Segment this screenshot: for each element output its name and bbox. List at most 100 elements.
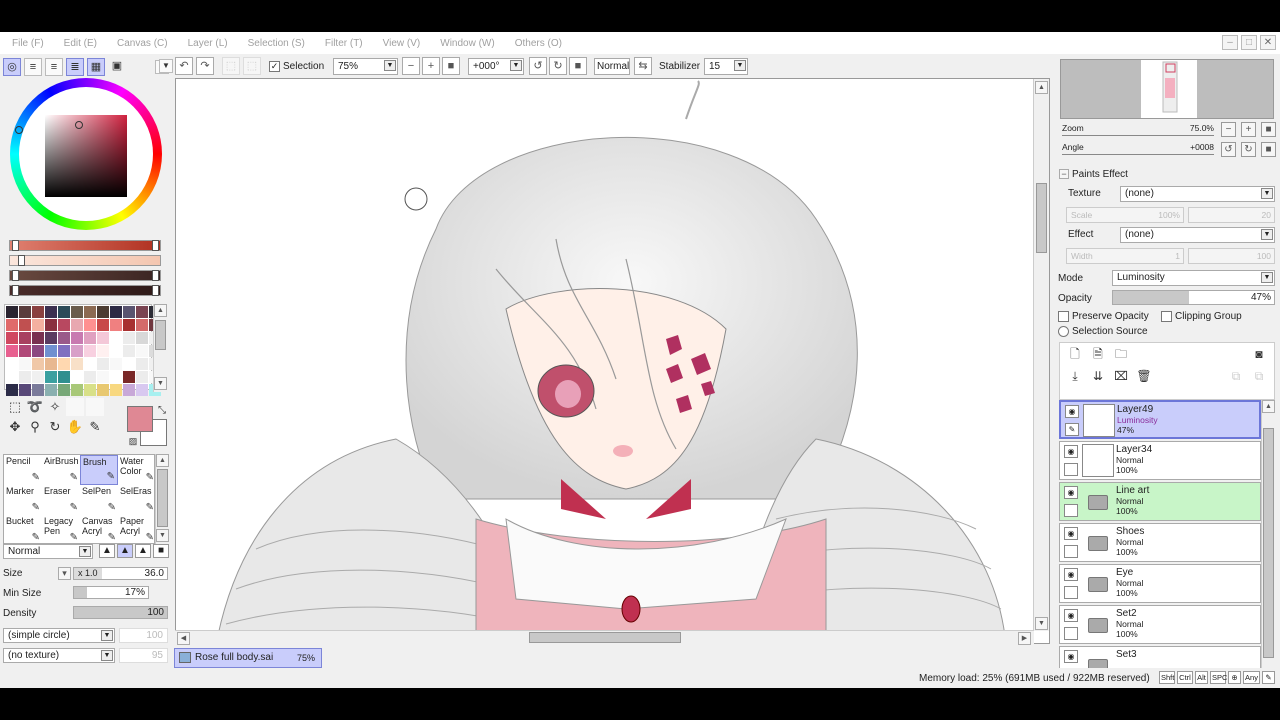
- hue-marker[interactable]: [15, 126, 23, 134]
- transparent-color-icon[interactable]: ▨: [124, 432, 142, 450]
- color-swatch[interactable]: [136, 319, 148, 331]
- color-swatch[interactable]: [32, 345, 44, 357]
- color-swatch[interactable]: [71, 306, 83, 318]
- color-swatch[interactable]: [58, 371, 70, 383]
- nav-rotate-reset-icon[interactable]: ■: [1261, 142, 1276, 157]
- magic-wand-icon[interactable]: ✧: [46, 398, 64, 416]
- eye-icon[interactable]: ◉: [1064, 527, 1078, 540]
- deselect-icon[interactable]: ⬚: [222, 57, 240, 75]
- eye-icon[interactable]: ◉: [1065, 405, 1079, 418]
- color-swatch[interactable]: [97, 319, 109, 331]
- document-tab[interactable]: Rose full body.sai 75%: [174, 648, 322, 668]
- color-swatch[interactable]: [97, 332, 109, 344]
- nav-zoom-slider[interactable]: [1062, 135, 1214, 136]
- eye-icon[interactable]: ◉: [1064, 445, 1078, 458]
- move-icon[interactable]: ✥: [6, 418, 24, 436]
- color-swatch[interactable]: [84, 384, 96, 396]
- scroll-thumb[interactable]: [1036, 183, 1047, 253]
- brush-tool-airbrush[interactable]: AirBrush ✎: [42, 455, 80, 485]
- color-swatch[interactable]: [71, 345, 83, 357]
- color-swatch[interactable]: [45, 319, 57, 331]
- scroll-down-icon[interactable]: ▼: [1035, 617, 1048, 630]
- layer-row[interactable]: ◉ Eye Normal 100%: [1059, 564, 1261, 603]
- color-swatch[interactable]: [84, 371, 96, 383]
- scroll-down-icon[interactable]: ▼: [156, 529, 169, 542]
- canvas-hscroll[interactable]: ◀ ▶: [175, 630, 1034, 645]
- eye-icon[interactable]: ◉: [1064, 650, 1078, 663]
- brush-shape-select[interactable]: (simple circle) ▼: [3, 628, 115, 643]
- close-icon[interactable]: ✕: [1260, 35, 1276, 50]
- preserve-opacity-checkbox[interactable]: [1058, 311, 1069, 322]
- rotate-reset-icon[interactable]: ■: [569, 57, 587, 75]
- effect-select[interactable]: (none) ▼: [1120, 227, 1275, 243]
- collapse-icon[interactable]: −: [1059, 169, 1069, 179]
- color-swatch[interactable]: [6, 371, 18, 383]
- rotate-icon[interactable]: ↻: [46, 418, 64, 436]
- color-swatch[interactable]: [45, 332, 57, 344]
- color-swatch[interactable]: [136, 358, 148, 370]
- scroll-thumb[interactable]: [1263, 428, 1274, 658]
- color-swatch[interactable]: [6, 358, 18, 370]
- zoom-select[interactable]: 75% ▼: [333, 58, 398, 75]
- color-swatch[interactable]: [110, 319, 122, 331]
- color-swatch[interactable]: [32, 319, 44, 331]
- nav-rotate-cw-icon[interactable]: ↻: [1241, 142, 1256, 157]
- color-swatch[interactable]: [19, 306, 31, 318]
- saturation-value-square[interactable]: [45, 115, 127, 197]
- minimize-icon[interactable]: –: [1222, 35, 1238, 50]
- menu-canvas[interactable]: Canvas (C): [105, 38, 176, 49]
- eyedropper-icon[interactable]: ✎: [86, 418, 104, 436]
- color-swatch[interactable]: [19, 345, 31, 357]
- brush-tool-bucket[interactable]: Bucket ✎: [4, 515, 42, 545]
- layer-scrollbar[interactable]: ▲: [1261, 400, 1275, 676]
- menu-layer[interactable]: Layer (L): [176, 38, 236, 49]
- scratchpad-icon[interactable]: ▣: [108, 58, 126, 76]
- color-swatch[interactable]: [84, 306, 96, 318]
- color-swatch[interactable]: [97, 384, 109, 396]
- color-swatch[interactable]: [110, 384, 122, 396]
- transfer-down-icon[interactable]: ⤓: [1067, 368, 1083, 384]
- brush-shape-sharp-icon[interactable]: ▲: [135, 544, 151, 558]
- invert-selection-icon[interactable]: ⬚: [243, 57, 261, 75]
- mixer-icon[interactable]: ≣: [66, 58, 84, 76]
- color-swatch[interactable]: [19, 319, 31, 331]
- navigator-preview[interactable]: [1060, 59, 1274, 119]
- color-swatch[interactable]: [58, 384, 70, 396]
- zoom-out-icon[interactable]: −: [402, 57, 420, 75]
- brush-tool-seleras[interactable]: SelEras ✎: [118, 485, 156, 515]
- color-swatch[interactable]: [58, 332, 70, 344]
- stabilizer-select[interactable]: 15 ▼: [704, 58, 748, 75]
- brush-texture-select[interactable]: (no texture) ▼: [3, 648, 115, 663]
- color-slider-3[interactable]: [9, 270, 161, 281]
- nav-zoom-in-icon[interactable]: +: [1241, 122, 1256, 137]
- angle-select[interactable]: +000° ▼: [468, 58, 524, 75]
- scroll-left-icon[interactable]: ◀: [177, 632, 190, 645]
- brush-tool-selpen[interactable]: SelPen ✎: [80, 485, 118, 515]
- color-swatch[interactable]: [45, 358, 57, 370]
- slider-knob[interactable]: [18, 255, 25, 266]
- brush-shape-round-icon[interactable]: ▲: [117, 544, 133, 558]
- color-swatch[interactable]: [123, 319, 135, 331]
- menu-edit[interactable]: Edit (E): [52, 38, 105, 49]
- view-mode-select[interactable]: Normal: [594, 58, 630, 75]
- color-swatch[interactable]: [136, 345, 148, 357]
- brush-shape-square-icon[interactable]: ■: [153, 544, 169, 558]
- color-swatch[interactable]: [97, 371, 109, 383]
- nav-rotate-ccw-icon[interactable]: ↺: [1221, 142, 1236, 157]
- color-swatch[interactable]: [123, 371, 135, 383]
- min-size-slider[interactable]: 17%: [73, 586, 149, 599]
- menu-selection[interactable]: Selection (S): [236, 38, 313, 49]
- selection-source-radio[interactable]: [1058, 326, 1069, 337]
- color-swatch[interactable]: [58, 306, 70, 318]
- color-slider-1[interactable]: [9, 240, 161, 251]
- layer-row[interactable]: ◉ Line art Normal 100%: [1059, 482, 1261, 521]
- swatch-mode-icon[interactable]: ▦: [87, 58, 105, 76]
- color-swatch[interactable]: [136, 306, 148, 318]
- color-swatch[interactable]: [32, 358, 44, 370]
- color-swatch[interactable]: [19, 371, 31, 383]
- scroll-up-icon[interactable]: ▲: [1262, 400, 1275, 413]
- scroll-up-icon[interactable]: ▲: [154, 304, 167, 317]
- sv-marker[interactable]: [75, 121, 83, 129]
- menu-file[interactable]: File (F): [0, 38, 52, 49]
- density-slider[interactable]: 100: [73, 606, 168, 619]
